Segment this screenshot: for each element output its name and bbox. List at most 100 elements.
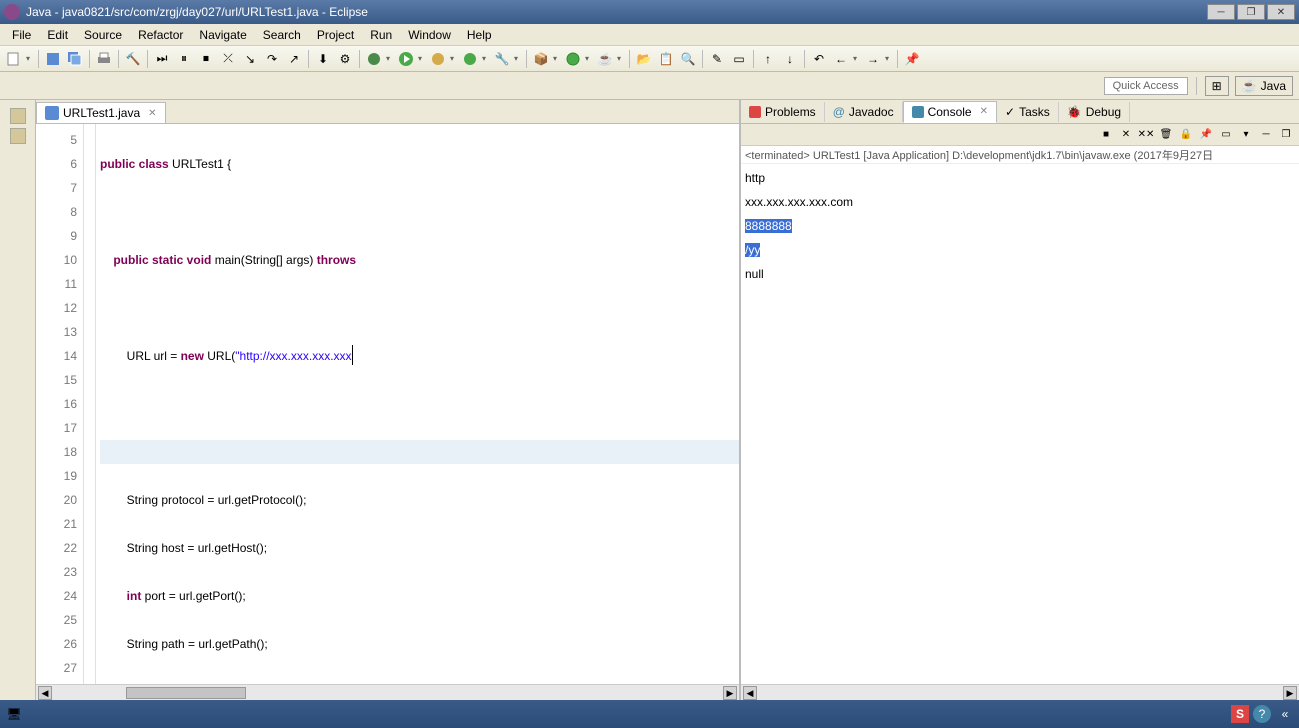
- back-dropdown[interactable]: ▾: [853, 54, 861, 63]
- tab-console[interactable]: Console ✕: [903, 101, 997, 123]
- code-area[interactable]: public class URLTest1 { public static vo…: [96, 124, 739, 684]
- close-button[interactable]: ✕: [1267, 4, 1295, 20]
- sep: [89, 50, 90, 68]
- scroll-right-arrow[interactable]: ▶: [723, 686, 737, 700]
- debug-stop-button[interactable]: ⏹: [196, 49, 216, 69]
- tray-icon[interactable]: 🖥: [4, 704, 24, 724]
- debug-disconnect-button[interactable]: ⤫: [218, 49, 238, 69]
- build-button[interactable]: 🔨: [123, 49, 143, 69]
- menu-run[interactable]: Run: [362, 26, 400, 44]
- maximize-view-button[interactable]: ❐: [1277, 126, 1295, 144]
- restore-view-icon[interactable]: [10, 108, 26, 124]
- new-java-button[interactable]: ☕: [595, 49, 615, 69]
- toggle-mark-button[interactable]: ✎: [707, 49, 727, 69]
- scroll-lock-button[interactable]: 🔒: [1177, 126, 1195, 144]
- forward-dropdown[interactable]: ▾: [885, 54, 893, 63]
- open-perspective-button[interactable]: ⊞: [1205, 76, 1229, 96]
- tray-help-icon[interactable]: ?: [1253, 705, 1271, 723]
- sep: [526, 50, 527, 68]
- external-tools-dropdown[interactable]: ▾: [514, 54, 522, 63]
- minimize-button[interactable]: ─: [1207, 4, 1235, 20]
- scroll-left-arrow[interactable]: ◀: [38, 686, 52, 700]
- run-dropdown[interactable]: ▾: [418, 54, 426, 63]
- new-button[interactable]: [4, 49, 24, 69]
- code-text: port = url.getPort();: [141, 589, 245, 603]
- forward-button[interactable]: →: [863, 49, 883, 69]
- step-into-button[interactable]: ↘: [240, 49, 260, 69]
- tab-close-icon[interactable]: ✕: [148, 108, 156, 119]
- console-output[interactable]: http xxx.xxx.xxx.xxx.com 8888888 /yy nul…: [741, 164, 1299, 684]
- open-task-button[interactable]: 📋: [656, 49, 676, 69]
- toggle-block-button[interactable]: ▭: [729, 49, 749, 69]
- drop-frame-button[interactable]: ⬇: [313, 49, 333, 69]
- open-type-button[interactable]: 📂: [634, 49, 654, 69]
- sep: [702, 50, 703, 68]
- debug-pause-button[interactable]: ⏸: [174, 49, 194, 69]
- code-editor[interactable]: 5678 9101112 13141516 17181920 21222324 …: [36, 124, 739, 684]
- display-console-button[interactable]: ▭: [1217, 126, 1235, 144]
- save-all-button[interactable]: [65, 49, 85, 69]
- scroll-thumb[interactable]: [126, 687, 246, 699]
- clear-console-button[interactable]: 🗑: [1157, 126, 1175, 144]
- debug-dropdown[interactable]: ▾: [386, 54, 394, 63]
- console-scrollbar[interactable]: ◀ ▶: [741, 684, 1299, 700]
- run-button[interactable]: [396, 49, 416, 69]
- debug-skip-button[interactable]: ⏭: [152, 49, 172, 69]
- restore-view-icon-2[interactable]: [10, 128, 26, 144]
- pin-button[interactable]: 📌: [902, 49, 922, 69]
- sep: [1196, 77, 1197, 95]
- tray-expand-icon[interactable]: «: [1275, 704, 1295, 724]
- new-dropdown[interactable]: ▾: [26, 54, 34, 63]
- menu-navigate[interactable]: Navigate: [191, 26, 254, 44]
- pin-console-button[interactable]: 📌: [1197, 126, 1215, 144]
- next-annotation-button[interactable]: ↓: [780, 49, 800, 69]
- tab-javadoc[interactable]: @ Javadoc: [825, 102, 903, 122]
- coverage-dropdown[interactable]: ▾: [450, 54, 458, 63]
- java-perspective-button[interactable]: ☕ Java: [1235, 76, 1293, 96]
- editor-tab-urltest1[interactable]: URLTest1.java ✕: [36, 102, 166, 123]
- folding-column[interactable]: [84, 124, 96, 684]
- new-package-dropdown[interactable]: ▾: [553, 54, 561, 63]
- external-tools-button[interactable]: 🔧: [492, 49, 512, 69]
- terminate-button[interactable]: ■: [1097, 126, 1115, 144]
- remove-all-button[interactable]: ✕✕: [1137, 126, 1155, 144]
- tab-tasks[interactable]: ✓ Tasks: [997, 102, 1059, 122]
- run-last-button[interactable]: [460, 49, 480, 69]
- maximize-button[interactable]: ❐: [1237, 4, 1265, 20]
- new-package-button[interactable]: 📦: [531, 49, 551, 69]
- menu-search[interactable]: Search: [255, 26, 309, 44]
- new-class-button[interactable]: [563, 49, 583, 69]
- print-button[interactable]: [94, 49, 114, 69]
- tab-problems[interactable]: Problems: [741, 102, 825, 122]
- remove-launch-button[interactable]: ✕: [1117, 126, 1135, 144]
- back-button[interactable]: ←: [831, 49, 851, 69]
- coverage-button[interactable]: [428, 49, 448, 69]
- run-last-dropdown[interactable]: ▾: [482, 54, 490, 63]
- debug-button[interactable]: [364, 49, 384, 69]
- new-java-dropdown[interactable]: ▾: [617, 54, 625, 63]
- menu-project[interactable]: Project: [309, 26, 362, 44]
- menu-window[interactable]: Window: [400, 26, 459, 44]
- menu-file[interactable]: File: [4, 26, 39, 44]
- tab-close-icon[interactable]: ✕: [980, 106, 988, 117]
- tray-s-icon[interactable]: S: [1231, 705, 1249, 723]
- save-button[interactable]: [43, 49, 63, 69]
- menu-refactor[interactable]: Refactor: [130, 26, 191, 44]
- last-edit-button[interactable]: ↶: [809, 49, 829, 69]
- tab-debug[interactable]: 🐞 Debug: [1059, 102, 1130, 122]
- scroll-right-arrow[interactable]: ▶: [1283, 686, 1297, 700]
- minimize-view-button[interactable]: ─: [1257, 126, 1275, 144]
- open-console-button[interactable]: ▾: [1237, 126, 1255, 144]
- horizontal-scrollbar[interactable]: ◀ ▶: [36, 684, 739, 700]
- new-class-dropdown[interactable]: ▾: [585, 54, 593, 63]
- prev-annotation-button[interactable]: ↑: [758, 49, 778, 69]
- scroll-left-arrow[interactable]: ◀: [743, 686, 757, 700]
- search-button[interactable]: 🔍: [678, 49, 698, 69]
- menu-edit[interactable]: Edit: [39, 26, 76, 44]
- menu-help[interactable]: Help: [459, 26, 500, 44]
- menu-source[interactable]: Source: [76, 26, 130, 44]
- quick-access-input[interactable]: Quick Access: [1104, 77, 1188, 95]
- use-step-filters-button[interactable]: ⚙: [335, 49, 355, 69]
- step-return-button[interactable]: ↗: [284, 49, 304, 69]
- step-over-button[interactable]: ↷: [262, 49, 282, 69]
